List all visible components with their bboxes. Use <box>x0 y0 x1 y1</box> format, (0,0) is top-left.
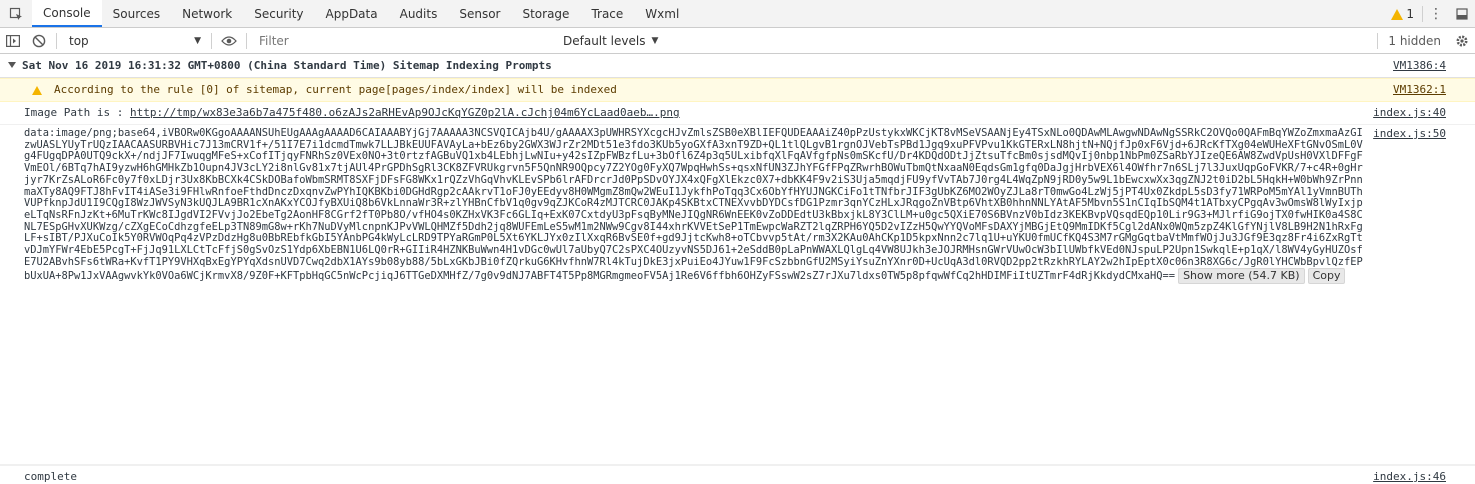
image-path-link[interactable]: http://tmp/wx83e3a6b7a475f480.o6zAJs2aRH… <box>130 106 680 119</box>
source-link[interactable]: index.js:46 <box>1373 469 1446 484</box>
clear-console-icon[interactable] <box>26 28 52 54</box>
devtools-tabbar: Console Sources Network Security AppData… <box>0 0 1475 28</box>
tab-wxml[interactable]: Wxml <box>634 0 690 27</box>
tab-sensor[interactable]: Sensor <box>448 0 511 27</box>
image-path-label: Image Path is : <box>24 106 130 119</box>
data-url-text: data:image/png;base64,iVBORw0KGgoAAAANSU… <box>24 127 1365 285</box>
show-more-button[interactable]: Show more (54.7 KB) <box>1178 268 1305 285</box>
source-link[interactable]: index.js:40 <box>1373 105 1446 121</box>
filter-input[interactable] <box>255 30 555 51</box>
source-link[interactable]: VM1386:4 <box>1393 58 1446 74</box>
expand-arrow-icon[interactable] <box>8 62 16 68</box>
complete-text: complete <box>24 470 77 483</box>
tab-storage[interactable]: Storage <box>511 0 580 27</box>
log-message: Image Path is : http://tmp/wx83e3a6b7a47… <box>0 102 1475 125</box>
warning-message: According to the rule [0] of sitemap, cu… <box>0 78 1475 102</box>
context-value: top <box>69 33 89 48</box>
warning-text: According to the rule [0] of sitemap, cu… <box>54 83 617 96</box>
inspect-element-icon[interactable] <box>0 0 32 27</box>
toolbar-divider <box>246 32 247 49</box>
hidden-count: 1 hidden <box>1377 33 1449 49</box>
undock-icon[interactable] <box>1449 8 1475 20</box>
data-url-content: data:image/png;base64,iVBORw0KGgoAAAANSU… <box>24 127 1363 283</box>
source-link[interactable]: VM1362:1 <box>1393 82 1446 98</box>
chevron-down-icon: ▼ <box>194 35 201 46</box>
console-toolbar: top ▼ Default levels ▼ 1 hidden <box>0 28 1475 54</box>
data-url-message: data:image/png;base64,iVBORw0KGgoAAAANSU… <box>0 125 1475 465</box>
toolbar-divider <box>56 32 57 49</box>
more-options-icon[interactable]: ⋮ <box>1423 7 1449 21</box>
tab-sources[interactable]: Sources <box>102 0 171 27</box>
chevron-down-icon: ▼ <box>651 36 659 46</box>
warnings-count: 1 <box>1406 7 1414 21</box>
warnings-counter[interactable]: 1 <box>1383 6 1423 22</box>
tab-console[interactable]: Console <box>32 0 102 27</box>
log-levels-dropdown[interactable]: Default levels ▼ <box>563 31 658 51</box>
tab-security[interactable]: Security <box>243 0 314 27</box>
warning-icon <box>32 86 42 95</box>
sidebar-toggle-icon[interactable] <box>0 28 26 54</box>
console-messages: Sat Nov 16 2019 16:31:32 GMT+0800 (China… <box>0 55 1475 484</box>
tab-network[interactable]: Network <box>171 0 243 27</box>
tab-trace[interactable]: Trace <box>580 0 634 27</box>
group-title: Sat Nov 16 2019 16:31:32 GMT+0800 (China… <box>22 59 552 72</box>
warning-icon <box>1391 8 1404 20</box>
tab-audits[interactable]: Audits <box>389 0 449 27</box>
eye-icon[interactable] <box>216 28 242 54</box>
console-group-header[interactable]: Sat Nov 16 2019 16:31:32 GMT+0800 (China… <box>0 55 1475 78</box>
copy-button[interactable]: Copy <box>1307 268 1346 285</box>
log-levels-value: Default levels <box>563 34 646 48</box>
tab-appdata[interactable]: AppData <box>315 0 389 27</box>
source-link[interactable]: index.js:50 <box>1373 128 1446 140</box>
gear-icon[interactable] <box>1449 28 1475 54</box>
log-message: complete index.js:46 <box>0 465 1475 484</box>
toolbar-divider <box>211 32 212 49</box>
context-selector[interactable]: top ▼ <box>61 31 207 51</box>
